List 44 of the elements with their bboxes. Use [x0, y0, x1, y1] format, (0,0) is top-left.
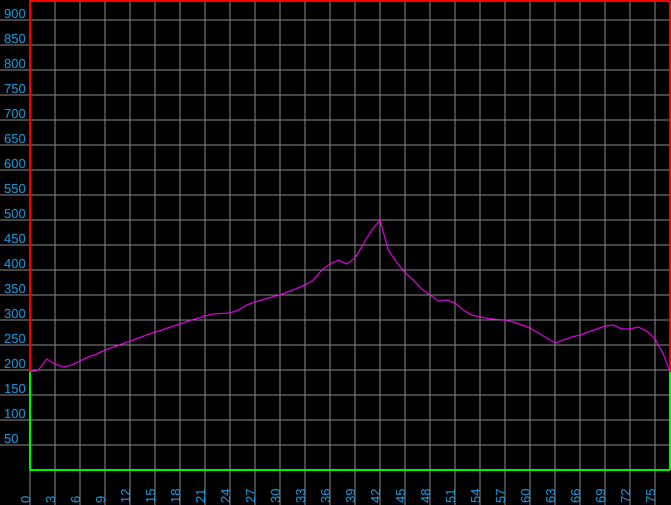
y-tick-label: 550	[4, 181, 26, 196]
x-tick-label: 48	[418, 488, 433, 503]
y-tick-label: 150	[4, 381, 26, 396]
x-tick-label: 42	[368, 488, 383, 503]
y-tick-label: 300	[4, 306, 26, 321]
y-tick-label: 200	[4, 356, 26, 371]
x-tick-label: 33	[293, 488, 308, 503]
x-tick-label: 18	[168, 488, 183, 503]
x-tick-label: 72	[618, 488, 633, 503]
y-tick-label: 750	[4, 81, 26, 96]
x-tick-label: 45	[393, 488, 408, 503]
y-tick-label: 50	[4, 431, 18, 446]
y-tick-label: 900	[4, 6, 26, 21]
y-tick-label: 500	[4, 206, 26, 221]
x-tick-label: 69	[593, 488, 608, 503]
x-tick-label: 0	[18, 496, 33, 503]
y-tick-label: 350	[4, 281, 26, 296]
x-tick-label: 30	[268, 488, 283, 503]
y-tick-label: 450	[4, 231, 26, 246]
y-tick-label: 100	[4, 406, 26, 421]
x-tick-label: 54	[468, 488, 483, 503]
y-tick-label: 600	[4, 156, 26, 171]
x-tick-label: 9	[93, 496, 108, 503]
y-tick-label: 400	[4, 256, 26, 271]
x-tick-label: 57	[493, 488, 508, 503]
x-tick-label: 51	[443, 488, 458, 503]
x-tick-label: 60	[518, 488, 533, 503]
x-tick-label: 75	[643, 488, 658, 503]
x-tick-label: 36	[318, 488, 333, 503]
y-tick-label: 700	[4, 106, 26, 121]
x-tick-label: 21	[193, 488, 208, 503]
x-tick-label: 15	[143, 488, 158, 503]
x-tick-label: 39	[343, 488, 358, 503]
x-tick-label: 12	[118, 488, 133, 503]
x-tick-label: 27	[243, 488, 258, 503]
x-tick-label: 63	[543, 488, 558, 503]
x-tick-label: 66	[568, 488, 583, 503]
y-tick-label: 850	[4, 31, 26, 46]
y-tick-label: 650	[4, 131, 26, 146]
y-tick-label: 800	[4, 56, 26, 71]
x-tick-label: 6	[68, 496, 83, 503]
y-tick-label: 250	[4, 331, 26, 346]
x-tick-label: 3	[43, 496, 58, 503]
x-tick-label: 24	[218, 488, 233, 503]
